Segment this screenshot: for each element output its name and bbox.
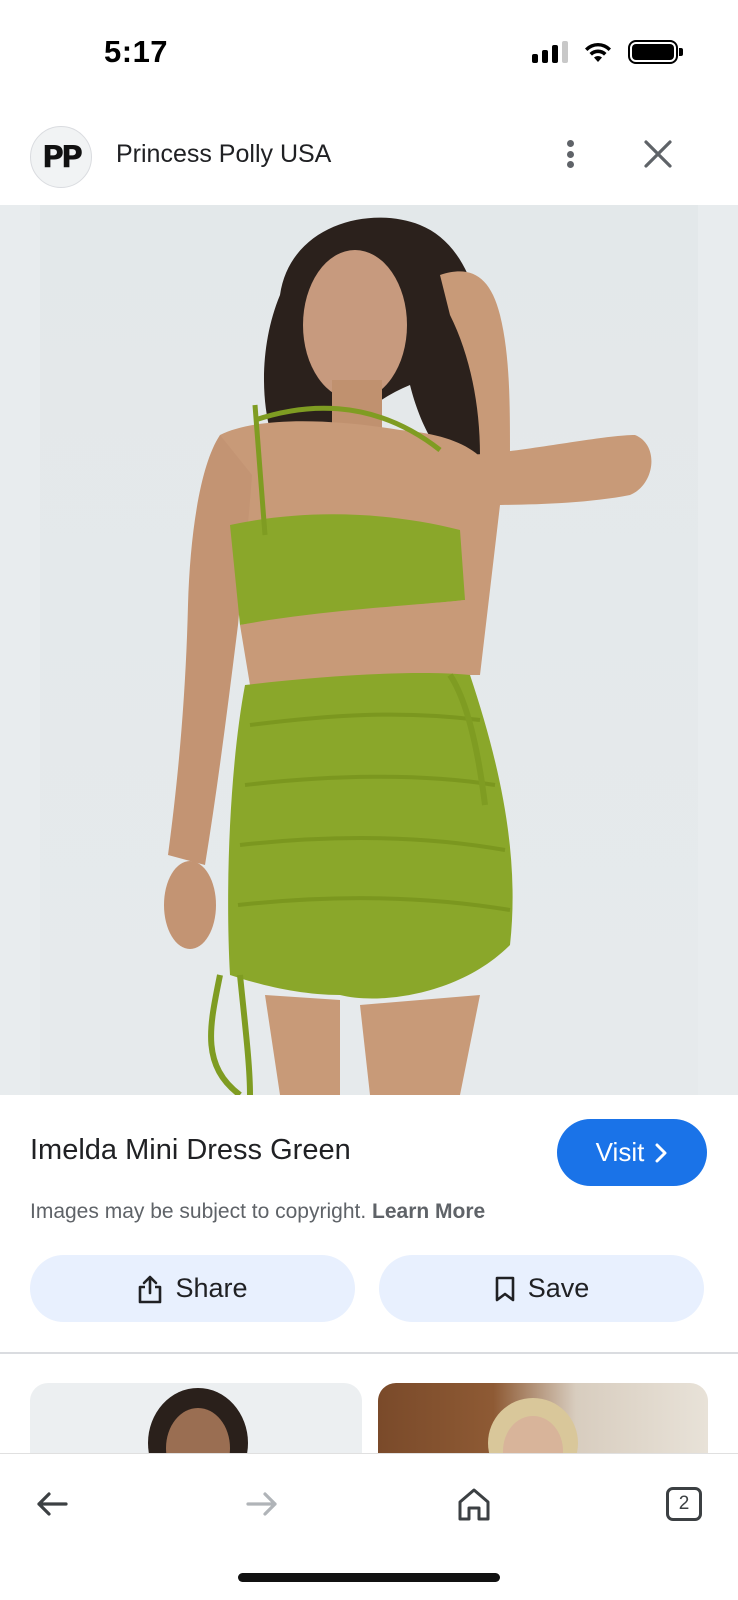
related-image-2: [488, 1398, 578, 1453]
bookmark-icon: [495, 1276, 515, 1301]
section-divider: [0, 1352, 738, 1354]
status-time: 5:17: [104, 34, 169, 69]
copyright-notice: Images may be subject to copyright. Lear…: [30, 1200, 485, 1224]
share-label: Share: [175, 1273, 248, 1303]
product-image[interactable]: [0, 205, 738, 1095]
source-header: PP Princess Polly USA: [0, 118, 738, 200]
more-vert-icon[interactable]: [556, 134, 584, 174]
forward-button[interactable]: [234, 1476, 290, 1532]
status-bar: 5:17: [0, 0, 738, 100]
visit-label: Visit: [595, 1137, 645, 1167]
share-button[interactable]: Share: [30, 1255, 355, 1322]
visit-button[interactable]: Visit: [557, 1119, 707, 1186]
wifi-icon: [585, 42, 611, 62]
related-image-thumbnail[interactable]: [378, 1383, 708, 1453]
product-photo: [40, 205, 698, 1095]
signal-icon: [532, 41, 568, 63]
close-icon[interactable]: [640, 136, 676, 172]
learn-more-link[interactable]: Learn More: [372, 1200, 485, 1223]
home-indicator[interactable]: [238, 1573, 500, 1582]
tab-count: 2: [666, 1487, 702, 1521]
copyright-text: Images may be subject to copyright.: [30, 1200, 367, 1223]
back-button[interactable]: [24, 1476, 80, 1532]
arrow-left-icon: [37, 1492, 68, 1516]
product-title[interactable]: Imelda Mini Dress Green: [30, 1134, 351, 1167]
home-icon: [458, 1488, 490, 1521]
save-label: Save: [527, 1273, 590, 1303]
arrow-right-icon: [246, 1492, 277, 1516]
chevron-right-icon: [655, 1143, 667, 1162]
related-image-1: [148, 1388, 248, 1453]
share-icon: [139, 1275, 162, 1303]
battery-icon: [628, 40, 683, 64]
save-button[interactable]: Save: [379, 1255, 704, 1322]
model-illustration: [164, 217, 652, 1095]
related-image-thumbnail[interactable]: [30, 1383, 362, 1453]
site-name[interactable]: Princess Polly USA: [116, 140, 331, 169]
home-button[interactable]: [446, 1476, 502, 1532]
status-icons: [532, 40, 683, 64]
site-logo[interactable]: PP: [30, 126, 92, 188]
tabs-button[interactable]: 2: [656, 1476, 712, 1532]
